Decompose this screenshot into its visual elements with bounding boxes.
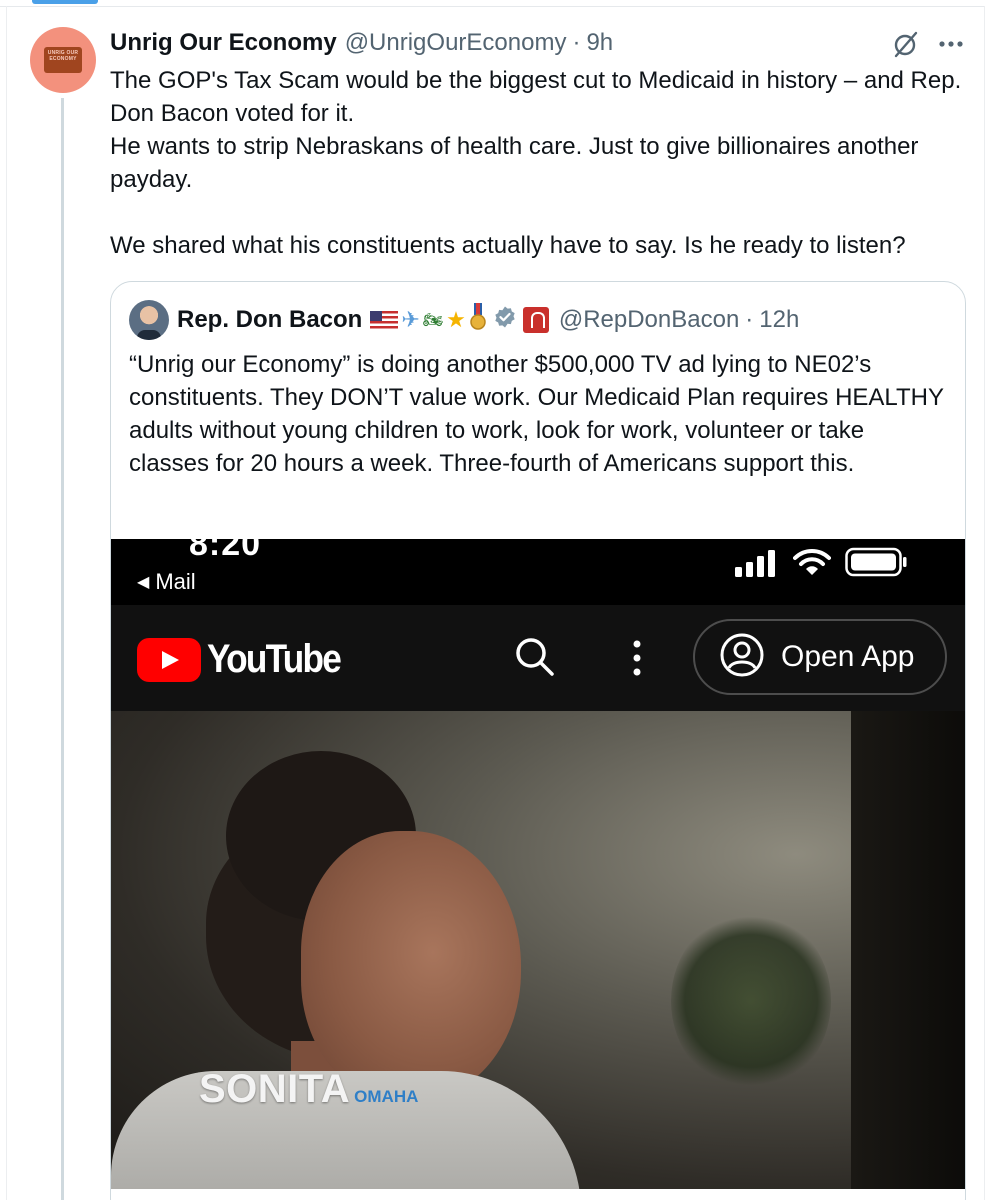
tweet-line: We shared what his constituents actually…: [110, 232, 906, 259]
medal-emoji: [469, 303, 487, 337]
tweet-line: The GOP's Tax Scam would be the biggest …: [110, 67, 962, 127]
phone-status-bar: 8:20 ◀ Mail: [111, 539, 965, 605]
author-handle[interactable]: @UnrigOurEconomy: [345, 29, 567, 57]
back-triangle-icon: ◀: [137, 574, 150, 591]
quoted-author-name[interactable]: Rep. Don Bacon: [177, 306, 362, 334]
search-icon[interactable]: [513, 635, 557, 684]
top-divider: [0, 6, 985, 7]
back-mail-label: Mail: [155, 569, 196, 594]
battery-icon: [845, 547, 907, 582]
name-emoji-group: ✈ 🏍 ★: [370, 303, 486, 337]
quoted-timestamp[interactable]: 12h: [759, 306, 799, 334]
tweet-text: The GOP's Tax Scam would be the biggest …: [110, 64, 970, 262]
open-app-label: Open App: [781, 640, 915, 673]
quoted-author-handle[interactable]: @RepDonBacon: [559, 306, 739, 334]
thread-connector-line: [61, 98, 64, 1200]
open-app-button[interactable]: Open App: [693, 619, 947, 695]
youtube-logo[interactable]: YouTube: [137, 637, 358, 682]
verified-badge-icon: [493, 305, 517, 336]
background-shelf: [851, 711, 965, 1189]
tweet-line: He wants to strip Nebraskans of health c…: [110, 133, 919, 193]
lower-third-caption: SONITA OMAHA: [199, 1067, 418, 1112]
author-avatar[interactable]: UNRIG OUR ECONOMY: [30, 27, 96, 93]
airplane-emoji: ✈: [401, 307, 420, 332]
status-time: 8:20: [189, 539, 262, 563]
timeline-left-border: [6, 6, 7, 1200]
header-separator: ·: [572, 29, 581, 56]
status-icons: [735, 547, 907, 582]
wifi-icon: [793, 547, 831, 582]
quoted-author-avatar[interactable]: [129, 300, 169, 340]
background-plant: [671, 911, 831, 1091]
tab-indicator: [32, 0, 98, 4]
unrig-our-economy-logo: UNRIG OUR ECONOMY: [44, 47, 82, 73]
quoted-header-separator: ·: [745, 306, 754, 333]
author-name[interactable]: Unrig Our Economy: [110, 29, 337, 57]
quoted-tweet-card[interactable]: Rep. Don Bacon ✈ 🏍 ★ @RepDonBacon · 12h: [110, 281, 966, 1200]
more-icon[interactable]: [936, 28, 966, 60]
youtube-wordmark: YouTube: [207, 637, 342, 681]
quoted-media-screenshot[interactable]: 8:20 ◀ Mail YouTube Open App SONITA OMAH…: [111, 539, 965, 1189]
account-circle-icon: [719, 632, 765, 683]
signal-icon: [735, 549, 779, 582]
quoted-tweet-header: Rep. Don Bacon ✈ 🏍 ★ @RepDonBacon · 12h: [129, 300, 799, 340]
quoted-tweet-text: “Unrig our Economy” is doing another $50…: [129, 351, 944, 477]
tweet-header: Unrig Our Economy @UnrigOurEconomy · 9h: [110, 28, 613, 58]
avatar-logo-text: UNRIG OUR ECONOMY: [47, 50, 79, 62]
back-to-mail-button[interactable]: ◀ Mail: [137, 569, 196, 595]
lower-third-city: OMAHA: [354, 1087, 419, 1106]
person-face: [301, 831, 521, 1101]
star-emoji: ★: [446, 307, 466, 332]
youtube-play-icon: [137, 637, 201, 682]
us-flag-emoji: [370, 311, 399, 329]
motorcycle-emoji: 🏍: [422, 312, 444, 329]
government-badge-icon: [522, 307, 549, 333]
kebab-menu-icon[interactable]: [631, 639, 643, 682]
lower-third-name: SONITA: [199, 1067, 351, 1111]
youtube-top-bar: YouTube Open App: [111, 605, 965, 711]
tweet-timestamp[interactable]: 9h: [586, 29, 613, 57]
video-frame[interactable]: SONITA OMAHA: [111, 711, 965, 1189]
grok-icon[interactable]: [890, 28, 922, 60]
